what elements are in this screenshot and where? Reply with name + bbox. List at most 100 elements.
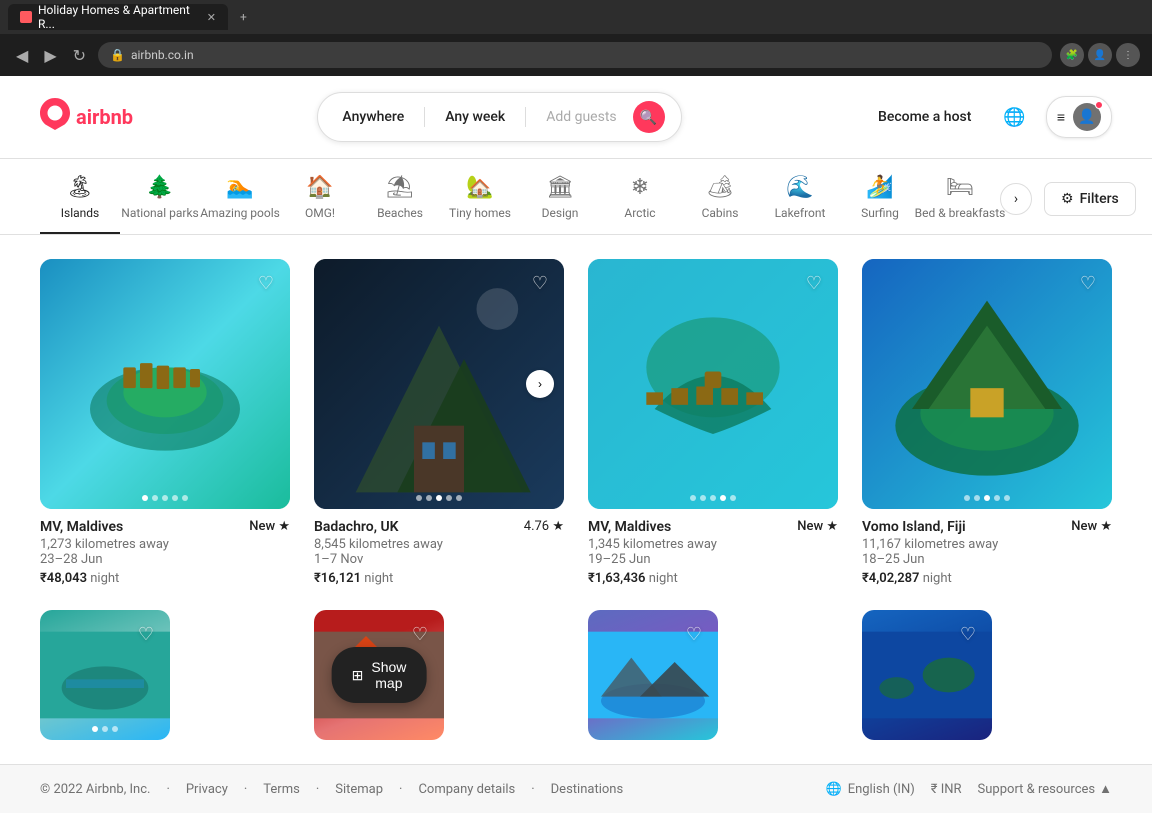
footer-destinations-link[interactable]: Destinations (551, 782, 624, 797)
filters-button[interactable]: ⚙ Filters (1044, 182, 1136, 216)
search-button[interactable]: 🔍 (633, 101, 665, 133)
footer-language-selector[interactable]: 🌐 English (IN) (826, 782, 915, 797)
category-surfing[interactable]: 🏄 Surfing (840, 175, 920, 234)
property-image-p3: ♡ (588, 259, 838, 509)
reload-button[interactable]: ↻ (69, 42, 90, 69)
category-tiny-homes[interactable]: 🏡 Tiny homes (440, 175, 520, 234)
category-beaches-label: Beaches (377, 206, 423, 220)
wishlist-button-p3[interactable]: ♡ (800, 269, 828, 297)
property-card-p3[interactable]: ♡ MV, Maldives New ★ 1,345 kilometres aw… (588, 259, 838, 586)
property-title-row-p2: Badachro, UK 4.76 ★ (314, 519, 564, 535)
wishlist-button-p6[interactable]: ♡ (406, 620, 434, 648)
price-unit-p2: night (364, 571, 393, 586)
footer-terms-link[interactable]: Terms (263, 782, 300, 797)
footer-lang-label: English (IN) (848, 782, 915, 797)
show-map-button[interactable]: ⊞ Show map (332, 647, 427, 703)
address-bar[interactable]: 🔒 airbnb.co.in (98, 42, 1052, 68)
category-lakefront[interactable]: 🌊 Lakefront (760, 175, 840, 234)
category-beaches[interactable]: ⛱ Beaches (360, 175, 440, 234)
forward-button[interactable]: ▶ (40, 42, 60, 69)
property-info-p2: Badachro, UK 4.76 ★ 8,545 kilometres awa… (314, 509, 564, 586)
category-design[interactable]: 🏛 Design (520, 175, 600, 234)
header-right: Become a host 🌐 ≡ 👤 (866, 96, 1112, 138)
category-cabins[interactable]: 🏕 Cabins (680, 175, 760, 234)
main-search-bar[interactable]: Anywhere Any week Add guests 🔍 (317, 92, 681, 142)
category-nav-next[interactable]: › (1000, 183, 1032, 215)
search-divider-2 (525, 107, 526, 127)
property-card-p4[interactable]: ♡ Vomo Island, Fiji New ★ 11,167 kilomet… (862, 259, 1112, 586)
settings-icon[interactable]: ⋮ (1116, 43, 1140, 67)
islands-icon: 🏝 (66, 175, 94, 200)
wishlist-button-p7[interactable]: ♡ (680, 620, 708, 648)
dot-5 (182, 495, 188, 501)
footer-support-link[interactable]: Support & resources ▲ (978, 781, 1112, 797)
property-info-p1: MV, Maldives New ★ 1,273 kilometres away… (40, 509, 290, 586)
category-surfing-label: Surfing (861, 206, 899, 220)
category-omg[interactable]: 🏠 OMG! (280, 175, 360, 234)
property-image-p1: ♡ (40, 259, 290, 509)
dot-3 (710, 495, 716, 501)
tab-close[interactable]: ✕ (207, 11, 216, 24)
property-card-p5[interactable]: ♡ (40, 610, 290, 740)
beaches-icon: ⛱ (386, 175, 414, 200)
carousel-dots-p5 (92, 726, 118, 732)
wishlist-button-p1[interactable]: ♡ (252, 269, 280, 297)
category-national-parks[interactable]: 🌲 National parks (120, 175, 200, 234)
dot-5 (456, 495, 462, 501)
carousel-next-p2[interactable]: › (526, 370, 554, 398)
become-host-link[interactable]: Become a host (866, 101, 983, 133)
logo-icon (40, 98, 70, 137)
properties-grid: ♡ MV, Maldives New ★ 1,273 kilometres aw… (0, 235, 1152, 764)
footer-support-label: Support & resources (978, 782, 1096, 797)
map-icon: ⊞ (352, 667, 364, 684)
dot-4 (720, 495, 726, 501)
property-rating-p1: New ★ (249, 519, 290, 534)
property-card-p8[interactable]: ♡ (862, 610, 1112, 740)
footer-currency-selector[interactable]: ₹ INR (931, 782, 962, 797)
wishlist-button-p5[interactable]: ♡ (132, 620, 160, 648)
dot-1 (690, 495, 696, 501)
property-card-p7[interactable]: ♡ (588, 610, 838, 740)
new-tab-button[interactable]: + (228, 4, 258, 30)
footer-sitemap-link[interactable]: Sitemap (335, 782, 383, 797)
footer-privacy-link[interactable]: Privacy (186, 782, 228, 797)
property-rating-p4: New ★ (1071, 519, 1112, 534)
dot-1 (964, 495, 970, 501)
category-cabins-label: Cabins (702, 206, 739, 220)
extensions-icon[interactable]: 🧩 (1060, 43, 1084, 67)
category-amazing-pools[interactable]: 🏊 Amazing pools (200, 175, 280, 234)
avatar-icon: 👤 (1078, 109, 1095, 125)
logo-text: airbnb (76, 105, 133, 129)
property-title-row-p1: MV, Maldives New ★ (40, 519, 290, 535)
profile-icon[interactable]: 👤 (1088, 43, 1112, 67)
arctic-icon: ❄ (631, 175, 649, 200)
footer-company-link[interactable]: Company details (418, 782, 515, 797)
search-week: Any week (437, 105, 513, 129)
language-selector[interactable]: 🌐 (995, 99, 1033, 136)
property-card-p1[interactable]: ♡ MV, Maldives New ★ 1,273 kilometres aw… (40, 259, 290, 586)
airbnb-logo[interactable]: airbnb (40, 98, 133, 137)
price-unit-p3: night (649, 571, 678, 586)
dot-2 (700, 495, 706, 501)
category-islands[interactable]: 🏝 Islands (40, 175, 120, 234)
wishlist-button-p4[interactable]: ♡ (1074, 269, 1102, 297)
omg-icon: 🏠 (306, 175, 333, 200)
property-price-p1: ₹48,043 night (40, 571, 290, 586)
category-bed-breakfasts[interactable]: 🛏 Bed & breakfasts (920, 175, 1000, 234)
property-card-p6[interactable]: ♡ ⊞ Show map (314, 610, 564, 740)
property-title-row-p4: Vomo Island, Fiji New ★ (862, 519, 1112, 535)
active-tab[interactable]: Holiday Homes & Apartment R... ✕ (8, 4, 228, 30)
wishlist-button-p8[interactable]: ♡ (954, 620, 982, 648)
site-footer: © 2022 Airbnb, Inc. · Privacy · Terms · … (0, 764, 1152, 813)
carousel-dots-p3 (690, 495, 736, 501)
property-image-p2: ♡ › (314, 259, 564, 509)
tab-favicon (20, 11, 32, 23)
back-button[interactable]: ◀ (12, 42, 32, 69)
user-menu[interactable]: ≡ 👤 (1046, 96, 1112, 138)
category-bed-breakfasts-label: Bed & breakfasts (915, 206, 1006, 220)
browser-nav-bar: ◀ ▶ ↻ 🔒 airbnb.co.in 🧩 👤 ⋮ (0, 34, 1152, 76)
wishlist-button-p2[interactable]: ♡ (526, 269, 554, 297)
property-price-p4: ₹4,02,287 night (862, 571, 1112, 586)
property-card-p2[interactable]: ♡ › Badachro, UK 4.76 ★ 8,545 kilometres… (314, 259, 564, 586)
category-arctic[interactable]: ❄ Arctic (600, 175, 680, 234)
